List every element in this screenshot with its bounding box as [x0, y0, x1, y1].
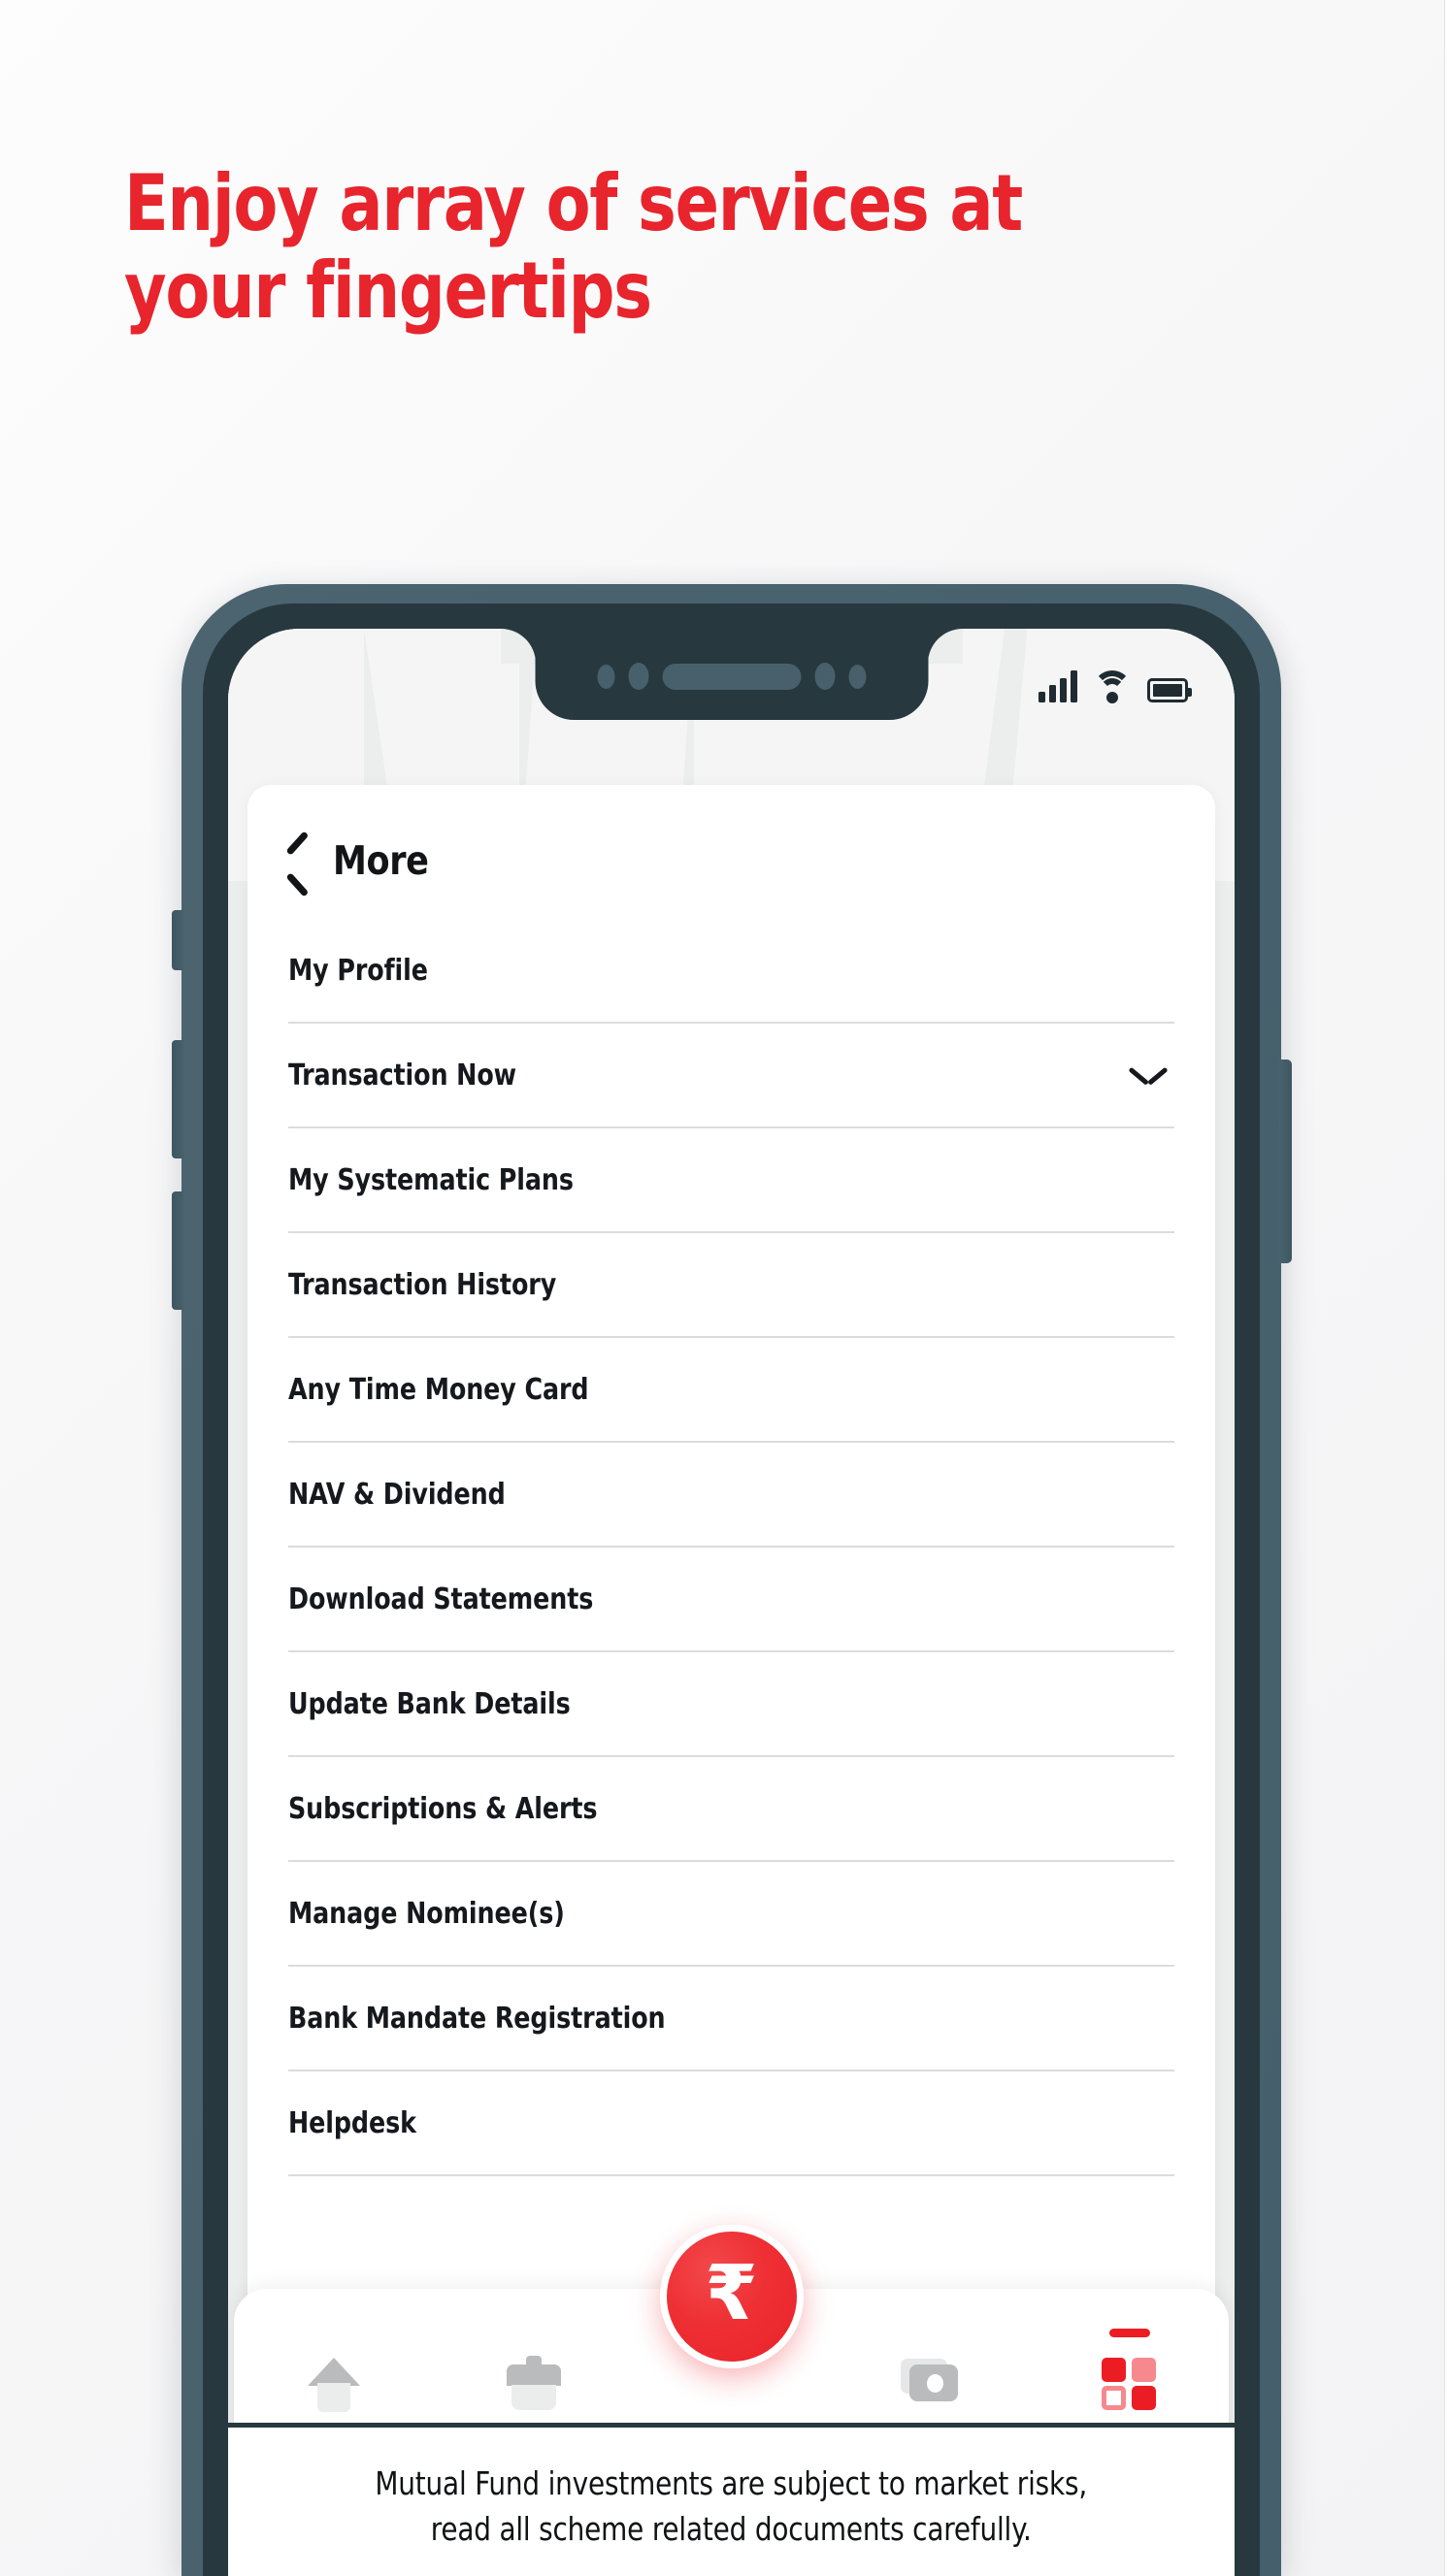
menu-item-label: My Profile: [288, 953, 428, 988]
volume-up-button[interactable]: [172, 1040, 183, 1158]
quick-invest-fab[interactable]: ₹: [659, 2225, 804, 2368]
screen-title: More: [333, 837, 429, 884]
signal-bars-icon: [1039, 670, 1077, 702]
battery-icon: [1147, 678, 1192, 702]
disclaimer-banner: Mutual Fund investments are subject to m…: [228, 2423, 1235, 2576]
menu-item-my-profile[interactable]: My Profile: [288, 919, 1174, 1024]
page-root: Enjoy array of services at your fingerti…: [0, 0, 1451, 2576]
menu-item-label: Any Time Money Card: [288, 1372, 589, 1407]
briefcase-icon: [503, 2354, 563, 2414]
grid-icon: [1100, 2354, 1160, 2414]
menu-item-label: Transaction Now: [288, 1058, 516, 1092]
mute-switch-button[interactable]: [172, 910, 183, 970]
back-chevron-icon[interactable]: [284, 838, 312, 883]
app-header: More: [247, 785, 1215, 884]
menu-item-my-systematic-plans[interactable]: My Systematic Plans: [288, 1128, 1174, 1233]
notch-fillet-right: [927, 629, 963, 664]
menu-item-label: Download Statements: [288, 1581, 594, 1616]
menu-item-update-bank-details[interactable]: Update Bank Details: [288, 1652, 1174, 1757]
notch-fillet-left: [500, 629, 536, 664]
sensor-dot-icon: [597, 664, 614, 689]
menu-item-nav-and-dividend[interactable]: NAV & Dividend: [288, 1443, 1174, 1548]
earpiece-speaker-icon: [662, 663, 801, 690]
status-bar: [1039, 660, 1192, 703]
menu-item-label: Update Bank Details: [288, 1686, 571, 1721]
menu-item-label: Transaction History: [288, 1267, 557, 1302]
banknote-icon: [900, 2354, 961, 2414]
menu-item-label: Manage Nominee(s): [288, 1896, 565, 1931]
menu-item-label: Bank Mandate Registration: [288, 2001, 666, 2036]
menu-item-label: Helpdesk: [288, 2105, 416, 2140]
phone-notch: [535, 629, 928, 720]
page-title: Enjoy array of services at your fingerti…: [124, 160, 1216, 334]
home-icon: [304, 2354, 364, 2414]
disclaimer-line-2: read all scheme related documents carefu…: [431, 2509, 1032, 2548]
menu-item-label: Subscriptions & Alerts: [288, 1791, 598, 1826]
phone-screen: More My Profile Transaction Now My Syste…: [228, 629, 1235, 2576]
wifi-icon: [1093, 670, 1132, 703]
menu-item-subscriptions-and-alerts[interactable]: Subscriptions & Alerts: [288, 1757, 1174, 1862]
proximity-dot-icon: [814, 663, 835, 690]
menu-item-manage-nominees[interactable]: Manage Nominee(s): [288, 1862, 1174, 1967]
menu-item-label: NAV & Dividend: [288, 1477, 506, 1512]
volume-down-button[interactable]: [172, 1191, 183, 1310]
more-menu-list: My Profile Transaction Now My Systematic…: [247, 919, 1215, 2176]
phone-mockup: More My Profile Transaction Now My Syste…: [172, 584, 1292, 2576]
menu-item-download-statements[interactable]: Download Statements: [288, 1548, 1174, 1652]
menu-item-helpdesk[interactable]: Helpdesk: [288, 2071, 1174, 2176]
page-edge-seam: [1444, 0, 1451, 2576]
menu-item-transaction-now[interactable]: Transaction Now: [288, 1024, 1174, 1128]
active-tab-indicator: [1108, 2329, 1150, 2337]
headline-line-2: your fingertips: [124, 245, 652, 336]
chevron-down-icon[interactable]: [1130, 1064, 1167, 1086]
menu-item-label: My Systematic Plans: [288, 1162, 574, 1197]
ambient-dot-icon: [848, 664, 866, 689]
rupee-icon: ₹: [705, 2250, 758, 2337]
menu-item-bank-mandate-registration[interactable]: Bank Mandate Registration: [288, 1967, 1174, 2071]
menu-item-any-time-money-card[interactable]: Any Time Money Card: [288, 1338, 1174, 1443]
menu-item-transaction-history[interactable]: Transaction History: [288, 1233, 1174, 1338]
camera-dot-icon: [628, 663, 648, 690]
power-button[interactable]: [1279, 1060, 1292, 1263]
disclaimer-line-1: Mutual Fund investments are subject to m…: [375, 2463, 1088, 2502]
headline-line-1: Enjoy array of services at: [124, 158, 1023, 248]
